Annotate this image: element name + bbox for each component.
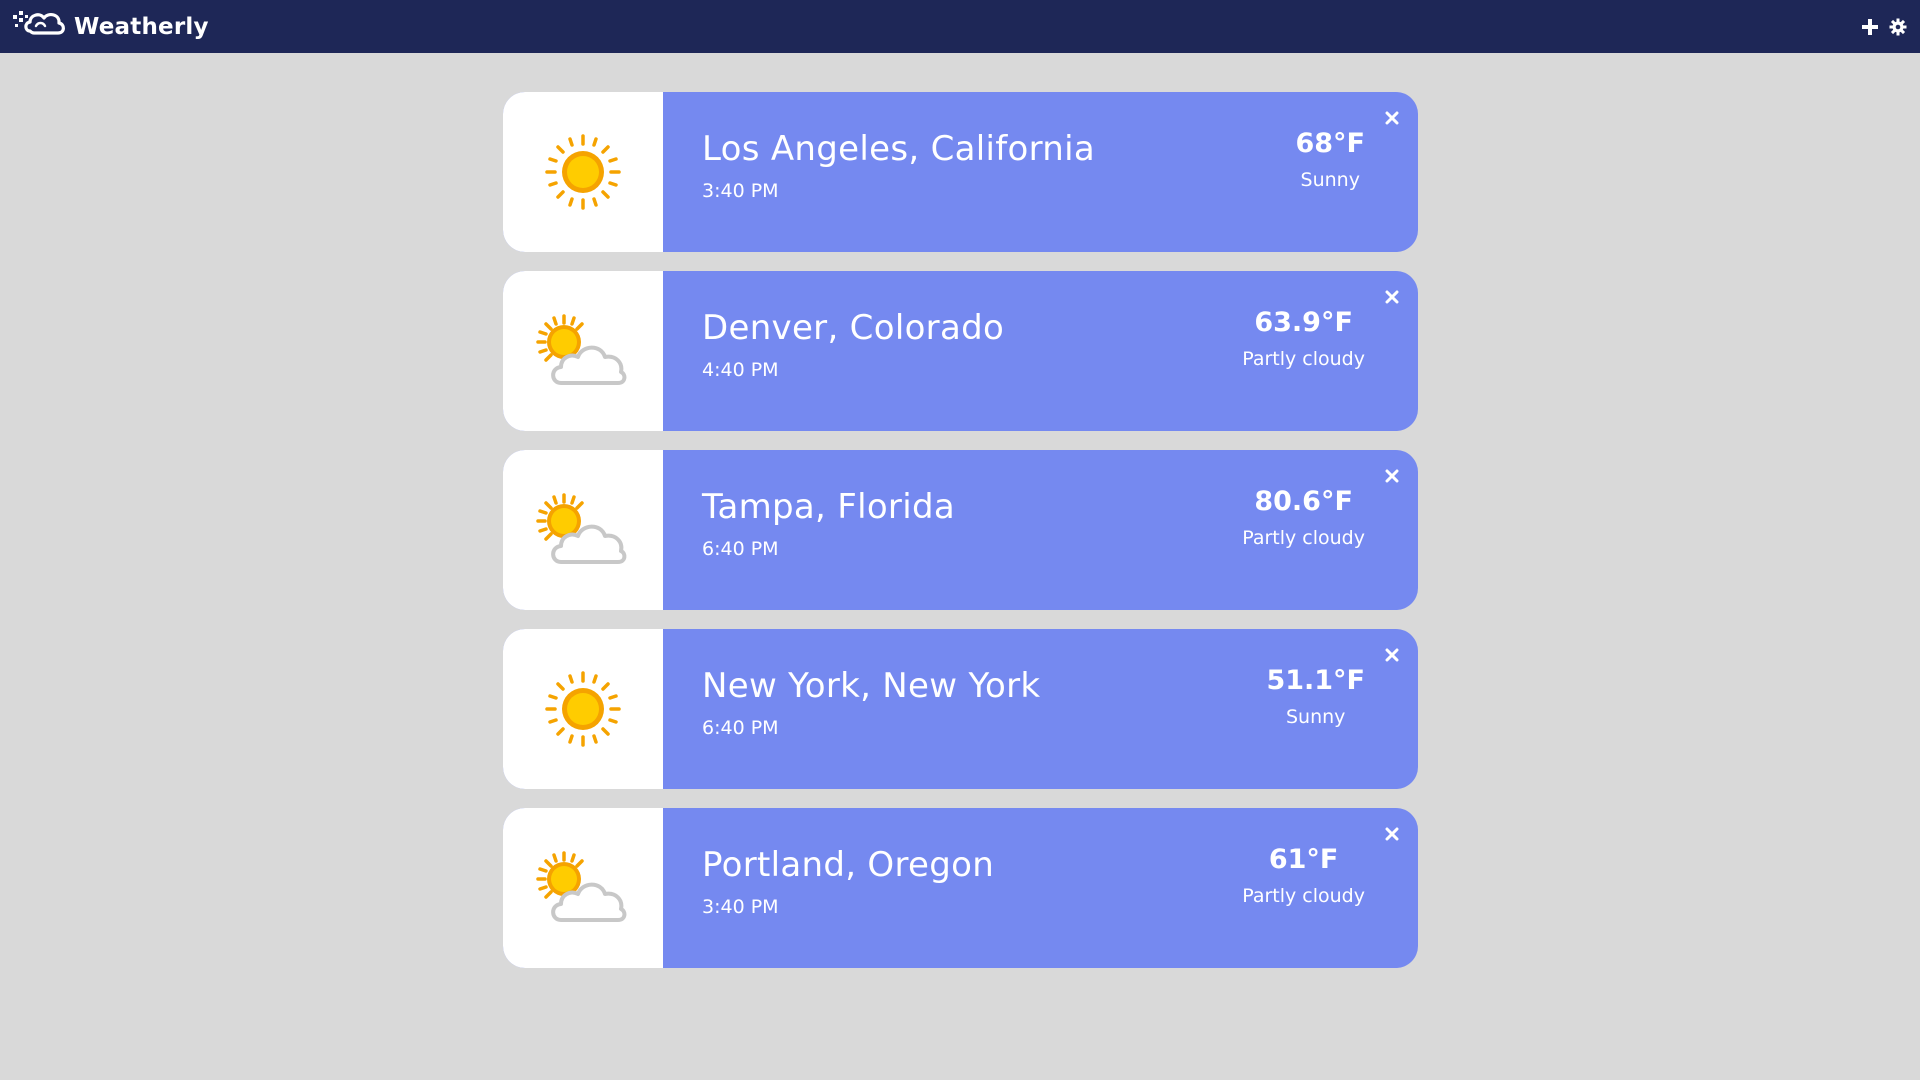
city-name: Denver, Colorado — [702, 308, 1005, 348]
partly-cloudy-icon — [536, 851, 627, 922]
remove-city-button[interactable] — [1384, 468, 1400, 484]
local-time: 6:40 PM — [702, 717, 779, 739]
close-icon — [1385, 111, 1399, 125]
temperature-block: 61°F Partly cloudy — [1242, 844, 1365, 907]
close-icon — [1385, 469, 1399, 483]
weather-icon-panel — [503, 450, 663, 610]
local-time: 6:40 PM — [702, 538, 779, 560]
temperature-block: 68°F Sunny — [1295, 128, 1365, 191]
sun-icon — [545, 134, 621, 210]
city-info: Portland, Oregon 3:40 PM 61°F Partly clo… — [663, 808, 1418, 968]
close-icon — [1385, 827, 1399, 841]
city-card-denver[interactable]: Denver, Colorado 4:40 PM 63.9°F Partly c… — [503, 271, 1418, 431]
city-card-los-angeles[interactable]: Los Angeles, California 3:40 PM 68°F Sun… — [503, 92, 1418, 252]
city-card-new-york[interactable]: New York, New York 6:40 PM 51.1°F Sunny — [503, 629, 1418, 789]
condition: Partly cloudy — [1242, 348, 1365, 370]
settings-button[interactable] — [1888, 17, 1908, 37]
temperature: 80.6°F — [1254, 486, 1353, 517]
plus-icon — [1862, 18, 1878, 35]
sun-icon — [545, 671, 621, 747]
condition: Partly cloudy — [1242, 885, 1365, 907]
city-info: Tampa, Florida 6:40 PM 80.6°F Partly clo… — [663, 450, 1418, 610]
gear-icon — [1889, 18, 1907, 35]
city-name: Portland, Oregon — [702, 845, 995, 885]
remove-city-button[interactable] — [1384, 110, 1400, 126]
condition: Partly cloudy — [1242, 527, 1365, 549]
city-info: Los Angeles, California 3:40 PM 68°F Sun… — [663, 92, 1418, 252]
temperature: 51.1°F — [1266, 665, 1365, 696]
logo-icon — [12, 5, 70, 49]
top-bar: Weatherly — [0, 0, 1920, 53]
temperature: 63.9°F — [1254, 307, 1353, 338]
partly-cloudy-icon — [536, 314, 627, 385]
top-actions — [1860, 17, 1908, 37]
weather-icon-panel — [503, 629, 663, 789]
weather-icon-panel — [503, 92, 663, 252]
local-time: 3:40 PM — [702, 896, 779, 918]
temperature-block: 63.9°F Partly cloudy — [1242, 307, 1365, 370]
remove-city-button[interactable] — [1384, 826, 1400, 842]
temperature-block: 80.6°F Partly cloudy — [1242, 486, 1365, 549]
city-name: Tampa, Florida — [702, 487, 955, 527]
app-name: Weatherly — [74, 13, 209, 40]
partly-cloudy-icon — [536, 493, 627, 564]
local-time: 3:40 PM — [702, 180, 779, 202]
city-list: Los Angeles, California 3:40 PM 68°F Sun… — [503, 92, 1418, 987]
city-info: New York, New York 6:40 PM 51.1°F Sunny — [663, 629, 1418, 789]
weather-icon-panel — [503, 808, 663, 968]
temperature: 68°F — [1295, 128, 1365, 159]
local-time: 4:40 PM — [702, 359, 779, 381]
close-icon — [1385, 290, 1399, 304]
condition: Sunny — [1300, 169, 1360, 191]
remove-city-button[interactable] — [1384, 289, 1400, 305]
city-card-portland[interactable]: Portland, Oregon 3:40 PM 61°F Partly clo… — [503, 808, 1418, 968]
add-city-button[interactable] — [1860, 17, 1880, 37]
city-card-tampa[interactable]: Tampa, Florida 6:40 PM 80.6°F Partly clo… — [503, 450, 1418, 610]
weather-icon-panel — [503, 271, 663, 431]
remove-city-button[interactable] — [1384, 647, 1400, 663]
brand[interactable]: Weatherly — [12, 5, 209, 49]
temperature-block: 51.1°F Sunny — [1266, 665, 1365, 728]
temperature: 61°F — [1268, 844, 1339, 875]
close-icon — [1385, 648, 1399, 662]
city-name: New York, New York — [702, 666, 1041, 706]
city-info: Denver, Colorado 4:40 PM 63.9°F Partly c… — [663, 271, 1418, 431]
condition: Sunny — [1286, 706, 1346, 728]
city-name: Los Angeles, California — [702, 129, 1096, 169]
